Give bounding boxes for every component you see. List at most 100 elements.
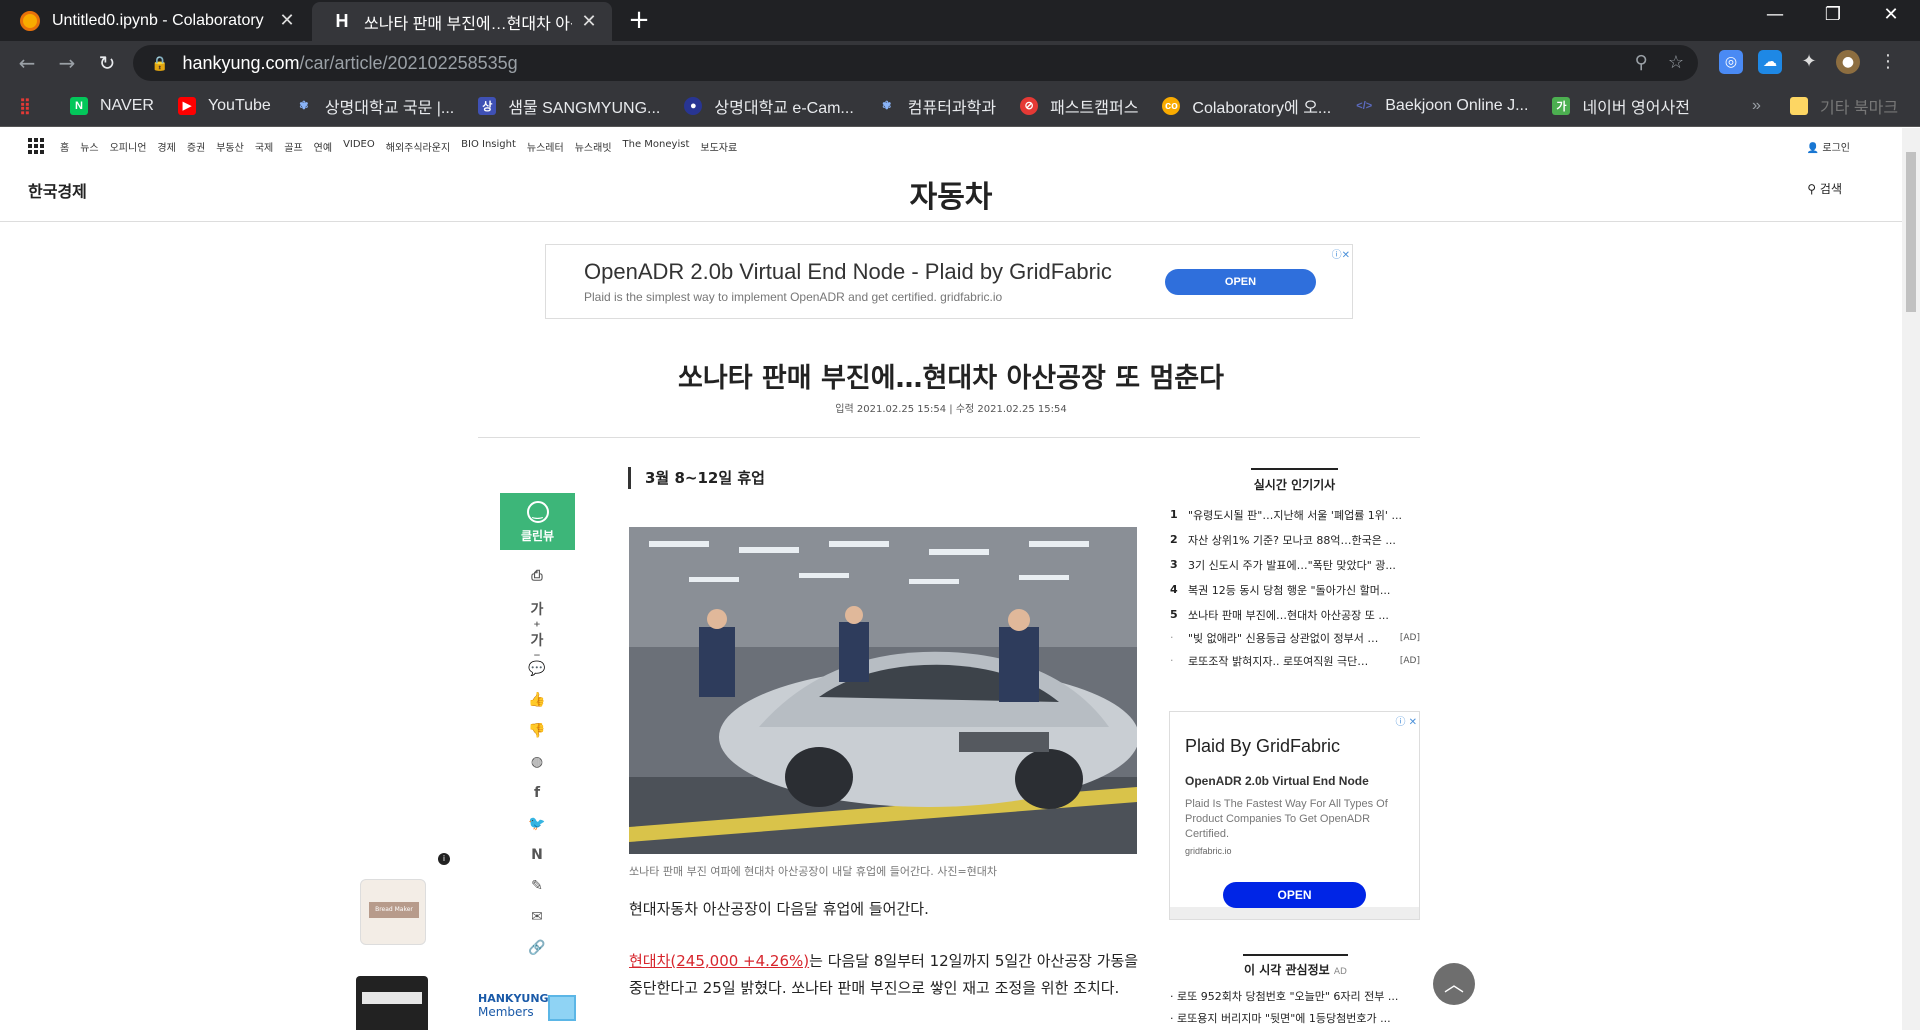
reload-icon[interactable]: ↻ xyxy=(94,50,120,76)
twitter-icon[interactable]: 🐦 xyxy=(527,816,547,835)
login-label: 로그인 xyxy=(1822,143,1850,154)
font-larger-icon[interactable]: 가⁺ xyxy=(527,599,547,635)
minimize-button[interactable]: — xyxy=(1750,4,1800,25)
close-window-button[interactable]: ✕ xyxy=(1866,4,1916,25)
ad-open-button[interactable]: OPEN xyxy=(1223,882,1366,908)
bookmark-item[interactable]: ✾ 컴퓨터과학과 xyxy=(878,94,996,118)
other-bookmarks-folder[interactable]: 기타 북마크 xyxy=(1790,94,1898,118)
facebook-icon[interactable]: f xyxy=(527,785,547,804)
product-image: Bread Maker xyxy=(360,879,426,945)
bookmark-item[interactable]: ▶ YouTube xyxy=(177,96,271,115)
bookmark-item[interactable]: 상 샘물 SANGMYUNG... xyxy=(478,94,660,118)
gnb-item[interactable]: 골프 xyxy=(284,139,302,154)
gnb-item[interactable]: 해외주식라운지 xyxy=(386,139,450,154)
login-link[interactable]: 👤 로그인 xyxy=(1807,139,1850,154)
gnb-item[interactable]: 보도자료 xyxy=(700,139,737,154)
bookmark-item[interactable]: ● 상명대학교 e-Cam... xyxy=(684,94,854,118)
extension-icon[interactable]: ◎ xyxy=(1719,50,1743,74)
tab-hankyung-article[interactable]: H 쏘나타 판매 부진에…현대차 아산공 ✕ xyxy=(312,2,612,41)
bookmark-item[interactable]: 가 네이버 영어사전 xyxy=(1552,94,1690,118)
bookmark-item[interactable]: ⊘ 패스트캠퍼스 xyxy=(1020,94,1138,118)
profile-avatar[interactable]: ● xyxy=(1836,50,1860,74)
gnb-item[interactable]: 국제 xyxy=(255,139,273,154)
popular-ad-item[interactable]: · "빚 없애라" 신용등급 상관없이 정부서 … [AD] xyxy=(1170,626,1420,649)
url-link-icon[interactable]: 🔗 xyxy=(527,940,547,959)
hankyung-members-banner[interactable]: HANKYUNG Members xyxy=(478,993,588,1030)
stock-link[interactable]: 현대차(245,000 +4.26%) xyxy=(629,952,809,970)
puzzle-extensions-icon[interactable]: ✦ xyxy=(1797,50,1821,74)
gnb-item[interactable]: 뉴스 xyxy=(80,139,98,154)
gnb-item[interactable]: 뉴스래빗 xyxy=(575,139,612,154)
tab-close-icon[interactable]: ✕ xyxy=(278,10,296,31)
popular-ad-item[interactable]: · 로또조작 밝혀지자.. 로또여직원 극단… [AD] xyxy=(1170,649,1420,672)
all-menu-icon[interactable] xyxy=(28,138,44,154)
gnb-item[interactable]: BIO Insight xyxy=(461,139,516,154)
bookmark-label: 네이버 영어사전 xyxy=(1582,99,1690,117)
gnb-item[interactable]: 홈 xyxy=(60,139,69,154)
left-product-ad[interactable]: i Bread Maker xyxy=(310,853,450,1030)
rank-number: 3 xyxy=(1170,558,1178,571)
search-button[interactable]: ⚲ 검색 xyxy=(1807,180,1842,197)
back-arrow-icon[interactable]: ← xyxy=(14,50,40,76)
ad-open-button[interactable]: OPEN xyxy=(1165,269,1316,295)
scrollbar-thumb[interactable] xyxy=(1906,152,1916,312)
ad-description: Plaid Is The Fastest Way For All Types O… xyxy=(1185,798,1388,840)
browser-toolbar: ← → ↻ 🔒 hankyung.com/car/article/2021022… xyxy=(0,41,1920,85)
gnb-item[interactable]: 부동산 xyxy=(216,139,244,154)
gnb-item[interactable]: 연예 xyxy=(314,139,332,154)
dislike-icon[interactable]: 👎 xyxy=(527,723,547,742)
new-tab-button[interactable]: + xyxy=(624,5,654,35)
bookmark-apps[interactable]: ⣿ xyxy=(16,97,46,115)
page-scrollbar[interactable] xyxy=(1902,128,1920,1030)
side-ad[interactable]: ⓘ ✕ Plaid By GridFabric OpenADR 2.0b Vir… xyxy=(1169,711,1420,920)
ad-choices-icon[interactable]: ⓘ✕ xyxy=(1332,246,1350,261)
menu-kebab-icon[interactable]: ⋮ xyxy=(1876,50,1900,74)
cleanview-button[interactable]: ‿ 클린뷰 xyxy=(500,493,575,550)
bookmark-label: 샘물 SANGMYUNG... xyxy=(508,99,661,117)
search-icon: ⚲ xyxy=(1807,182,1817,196)
scroll-to-top-button[interactable]: ︿ xyxy=(1433,963,1475,1005)
popular-item[interactable]: 3 3기 신도시 주가 발표에…"폭탄 맞았다" 광... xyxy=(1170,552,1420,577)
cloud-extension-icon[interactable]: ☁ xyxy=(1758,50,1782,74)
gnb-item[interactable]: VIDEO xyxy=(343,139,375,154)
ad-info-icon[interactable]: i xyxy=(438,853,450,865)
popular-item[interactable]: 1 "유령도시될 판"…지난해 서울 '폐업률 1위' ... xyxy=(1170,502,1420,527)
comment-icon[interactable]: 💬 xyxy=(527,661,547,680)
email-icon[interactable]: ✉ xyxy=(527,909,547,928)
top-banner-ad[interactable]: ⓘ✕ OpenADR 2.0b Virtual End Node - Plaid… xyxy=(545,244,1353,319)
gnb-item[interactable]: 오피니언 xyxy=(110,139,147,154)
print-icon[interactable]: ⎙ xyxy=(527,568,547,587)
bookmarks-bar: ⣿ N NAVER ▶ YouTube ✾ 상명대학교 국문 |... 상 샘물 SAN… xyxy=(0,85,1920,127)
list-item[interactable]: · 로또용지 버리지마 "뒷면"에 1등당첨번호가 ... xyxy=(1170,1010,1420,1030)
more-bookmarks-button[interactable]: » xyxy=(1752,97,1761,115)
popular-item[interactable]: 4 복권 12등 동시 당첨 행운 "돌아가신 할머... xyxy=(1170,577,1420,602)
zoom-icon[interactable]: ⚲ xyxy=(1635,52,1648,73)
like-icon[interactable]: 👍 xyxy=(527,692,547,711)
ad-headline: "빚 없애라" 신용등급 상관없이 정부서 … xyxy=(1188,631,1379,645)
address-bar[interactable]: 🔒 hankyung.com/car/article/202102258535g… xyxy=(133,45,1698,81)
bookmark-item[interactable]: ✾ 상명대학교 국문 |... xyxy=(295,94,454,118)
gnb-item[interactable]: 증권 xyxy=(187,139,205,154)
popular-item[interactable]: 5 쏘나타 판매 부진에…현대차 아산공장 또 ... xyxy=(1170,602,1420,627)
naver-share-icon[interactable]: N xyxy=(527,847,547,866)
link-clip-icon[interactable]: ✎ xyxy=(527,878,547,897)
list-item[interactable]: · 로또 952회차 당첨번호 "오늘만" 6자리 전부 ... xyxy=(1170,988,1420,1010)
bookmark-item[interactable]: N NAVER xyxy=(70,96,154,115)
tab-colab[interactable]: Untitled0.ipynb - Colaboratory ✕ xyxy=(0,0,310,41)
tab-close-icon[interactable]: ✕ xyxy=(580,11,598,32)
bookmark-item[interactable]: co Colaboratory에 오... xyxy=(1162,94,1331,118)
article-photo[interactable] xyxy=(629,527,1137,854)
ad-choices-icon[interactable]: ⓘ ✕ xyxy=(1395,713,1417,728)
bookmark-item[interactable]: </> Baekjoon Online J... xyxy=(1355,97,1528,115)
maximize-button[interactable]: ❐ xyxy=(1808,4,1858,25)
search-label: 검색 xyxy=(1819,182,1842,196)
popular-item[interactable]: 2 자산 상위1% 기준? 모나코 88억…한국은 ... xyxy=(1170,527,1420,552)
gnb-item[interactable]: 뉴스레터 xyxy=(527,139,564,154)
font-smaller-icon[interactable]: 가⁻ xyxy=(527,630,547,666)
forward-arrow-icon[interactable]: → xyxy=(54,50,80,76)
bookmark-star-icon[interactable]: ☆ xyxy=(1668,52,1684,73)
kakaotalk-icon[interactable]: ◍ xyxy=(527,754,547,773)
hankyung-favicon-icon: H xyxy=(335,11,349,31)
gnb-item[interactable]: The Moneyist xyxy=(623,139,690,154)
gnb-item[interactable]: 경제 xyxy=(157,139,175,154)
